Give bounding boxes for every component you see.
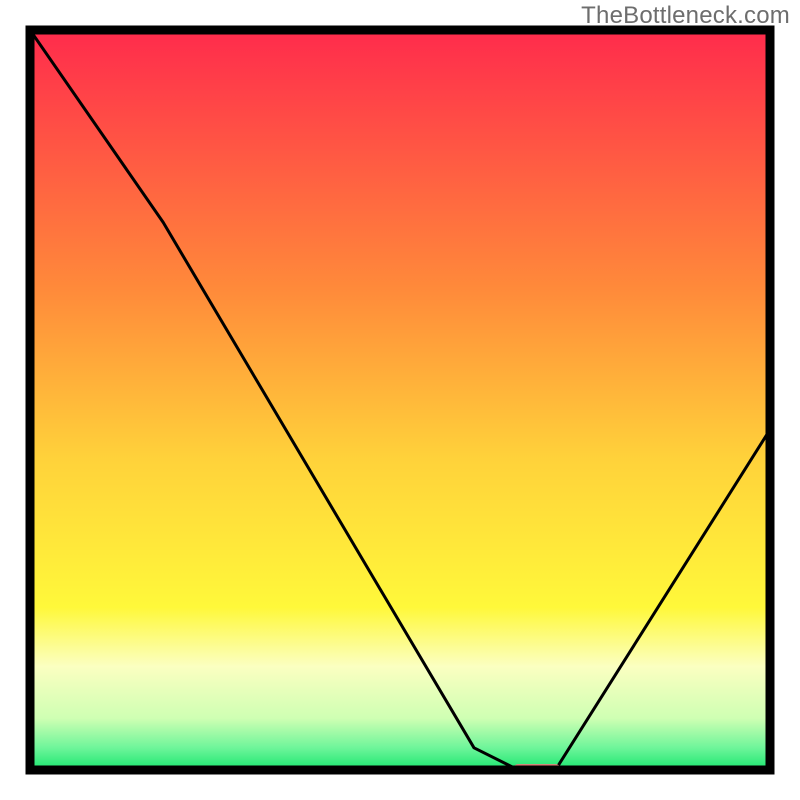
chart-container: TheBottleneck.com: [0, 0, 800, 800]
chart-background: [30, 30, 770, 770]
watermark-label: TheBottleneck.com: [581, 2, 790, 30]
bottleneck-chart: [0, 0, 800, 800]
